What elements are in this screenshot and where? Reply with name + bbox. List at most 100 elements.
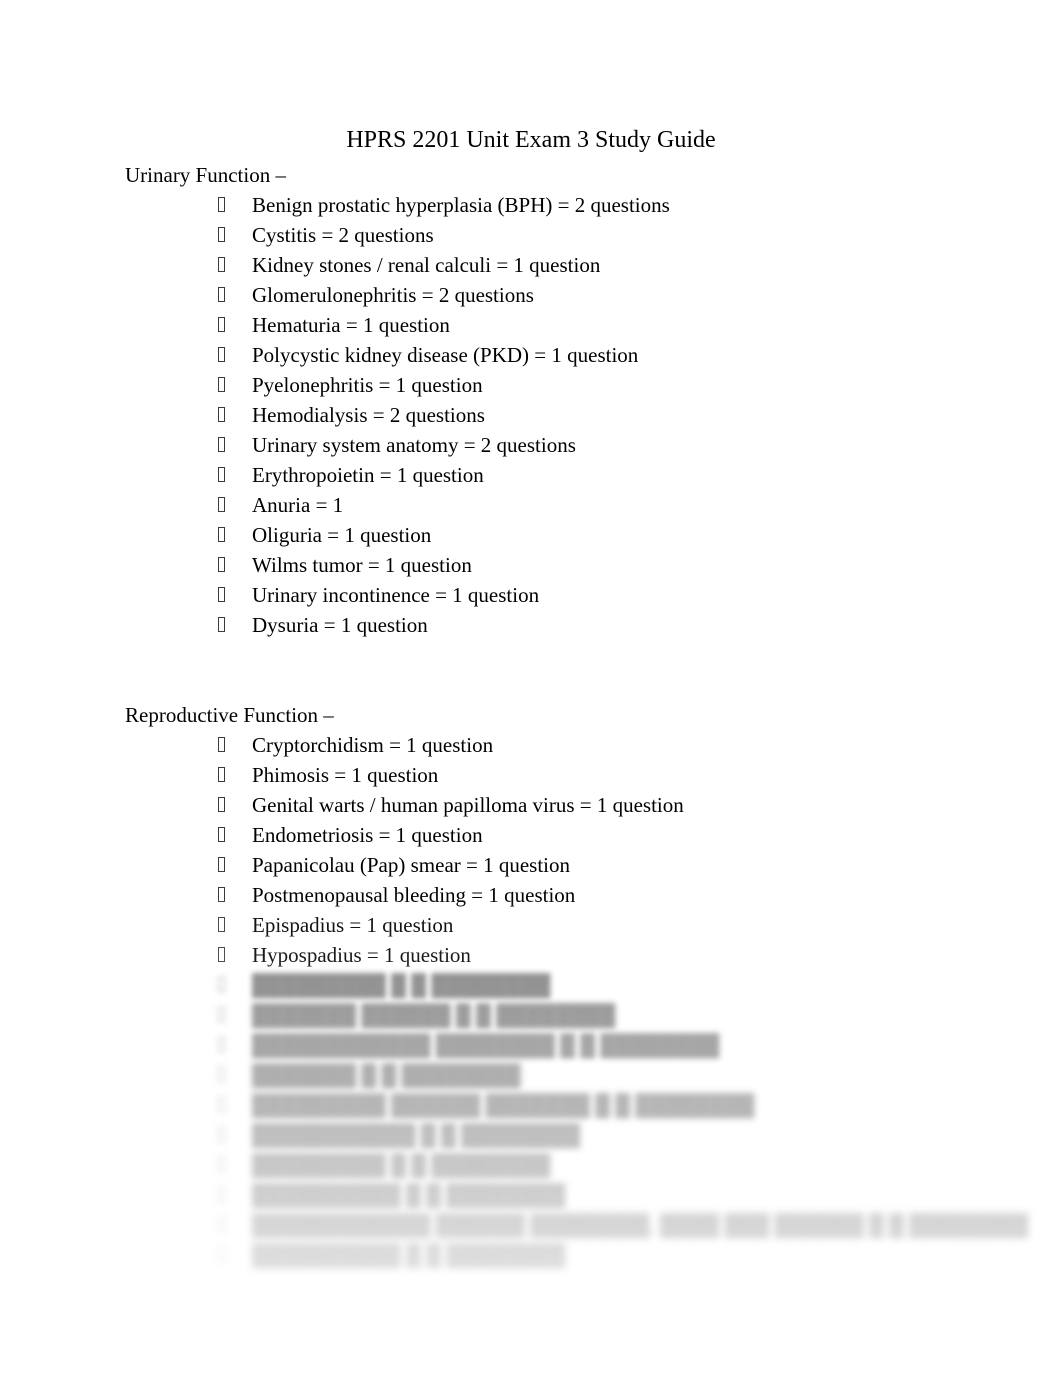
bullet-box-icon — [218, 797, 225, 812]
list-item: Polycystic kidney disease (PKD) = 1 ques… — [125, 340, 1025, 370]
list-item-label: Urinary incontinence = 1 question — [252, 583, 540, 607]
bullet-box-icon — [218, 767, 225, 782]
section-heading-reproductive: Reproductive Function – — [125, 703, 334, 727]
list-item: Urinary system anatomy = 2 questions — [125, 430, 1025, 460]
list-item: █████████ ██████ ███████ █ █ ████████ — [125, 1090, 1025, 1120]
list-item: Oliguria = 1 question — [125, 520, 1025, 550]
list-item-label: Epispadius = 1 question — [252, 913, 454, 937]
bullet-list-urinary: Benign prostatic hyperplasia (BPH) = 2 q… — [125, 190, 1025, 640]
bullet-box-icon — [218, 377, 225, 392]
list-item-label: Cystitis = 2 questions — [252, 223, 434, 247]
bullet-box-icon — [218, 527, 225, 542]
bullet-box-icon — [218, 257, 225, 272]
bullet-box-icon — [218, 197, 225, 212]
list-item-label: ████████████ ████████ █ █ ████████ — [252, 1033, 720, 1057]
list-item-label: ███████ █ █ ████████ — [252, 1063, 521, 1087]
list-item-label: █████████ █ █ ████████ — [252, 1153, 551, 1177]
obscured-preview-list: █████████ █ █ ████████ ███████ ██████ █ … — [125, 970, 1029, 1270]
bullet-box-icon — [218, 887, 225, 902]
list-item-label: Kidney stones / renal calculi = 1 questi… — [252, 253, 601, 277]
bullet-box-icon — [218, 1097, 225, 1112]
list-item-label: Polycystic kidney disease (PKD) = 1 ques… — [252, 343, 639, 367]
list-item: Epispadius = 1 question — [125, 910, 1025, 940]
bullet-box-icon — [218, 347, 225, 362]
bullet-box-icon — [218, 467, 225, 482]
list-item-label: Hemodialysis = 2 questions — [252, 403, 485, 427]
bullet-box-icon — [218, 407, 225, 422]
document-body: Urinary Function – Benign prostatic hype… — [125, 160, 1029, 1270]
list-item: Cryptorchidism = 1 question — [125, 730, 1025, 760]
list-item-label: Urinary system anatomy = 2 questions — [252, 433, 576, 457]
list-item-label: Oliguria = 1 question — [252, 523, 432, 547]
list-item: ███████████ █ █ ████████ — [125, 1120, 1025, 1150]
bullet-box-icon — [218, 1127, 225, 1142]
list-item: Wilms tumor = 1 question — [125, 550, 1025, 580]
list-item: ████████████ ██████ ████████, ████ ███ █… — [125, 1210, 1029, 1240]
list-item-label: ███████ ██████ █ █ ████████ — [252, 1003, 616, 1027]
list-item: ███████ █ █ ████████ — [125, 1060, 1025, 1090]
list-item: ██████████ █ █ ████████ — [125, 1240, 1025, 1270]
bullet-box-icon — [218, 617, 225, 632]
list-item-label: Pyelonephritis = 1 question — [252, 373, 483, 397]
list-item-label: ███████████ █ █ ████████ — [252, 1123, 581, 1147]
bullet-box-icon — [218, 287, 225, 302]
bullet-box-icon — [218, 827, 225, 842]
bullet-box-icon — [218, 1187, 225, 1202]
list-item: Postmenopausal bleeding = 1 question — [125, 880, 1025, 910]
list-item-label: Dysuria = 1 question — [252, 613, 428, 637]
list-item: Erythropoietin = 1 question — [125, 460, 1025, 490]
list-item: ███████ ██████ █ █ ████████ — [125, 1000, 1025, 1030]
list-item-label: Papanicolau (Pap) smear = 1 question — [252, 853, 571, 877]
bullet-box-icon — [218, 587, 225, 602]
list-item: Benign prostatic hyperplasia (BPH) = 2 q… — [125, 190, 1025, 220]
list-item-label: Hypospadius = 1 question — [252, 943, 471, 967]
list-item: Anuria = 1 — [125, 490, 1025, 520]
list-item-label: Hematuria = 1 question — [252, 313, 450, 337]
list-item: Cystitis = 2 questions — [125, 220, 1025, 250]
bullet-box-icon — [218, 557, 225, 572]
list-item: Glomerulonephritis = 2 questions — [125, 280, 1025, 310]
list-item: Phimosis = 1 question — [125, 760, 1025, 790]
section-heading-urinary: Urinary Function – — [125, 163, 286, 187]
list-item: Papanicolau (Pap) smear = 1 question — [125, 850, 1025, 880]
list-item: Endometriosis = 1 question — [125, 820, 1025, 850]
list-item: ██████████ █ █ ████████ — [125, 1180, 1025, 1210]
list-item-label: ████████████ ██████ ████████, ████ ███ █… — [252, 1213, 1029, 1237]
list-item-label: Glomerulonephritis = 2 questions — [252, 283, 534, 307]
bullet-box-icon — [218, 497, 225, 512]
list-item: Hypospadius = 1 question — [125, 940, 1025, 970]
list-item: ████████████ ████████ █ █ ████████ — [125, 1030, 1025, 1060]
list-item-label: Benign prostatic hyperplasia (BPH) = 2 q… — [252, 193, 670, 217]
bullet-box-icon — [218, 737, 225, 752]
list-item-label: Endometriosis = 1 question — [252, 823, 483, 847]
list-item-label: Genital warts / human papilloma virus = … — [252, 793, 684, 817]
page-title: HPRS 2201 Unit Exam 3 Study Guide — [346, 127, 716, 153]
list-item: Urinary incontinence = 1 question — [125, 580, 1025, 610]
bullet-box-icon — [218, 1247, 225, 1262]
list-item-label: Cryptorchidism = 1 question — [252, 733, 494, 757]
bullet-box-icon — [218, 1037, 225, 1052]
bullet-box-icon — [218, 857, 225, 872]
list-item: █████████ █ █ ████████ — [125, 970, 1025, 1000]
list-item: Pyelonephritis = 1 question — [125, 370, 1025, 400]
list-item-label: ██████████ █ █ ████████ — [252, 1243, 566, 1267]
bullet-box-icon — [218, 1067, 225, 1082]
list-item: Dysuria = 1 question — [125, 610, 1025, 640]
list-item-label: Anuria = 1 — [252, 493, 344, 517]
list-item-label: Wilms tumor = 1 question — [252, 553, 472, 577]
bullet-box-icon — [218, 437, 225, 452]
list-item: Hemodialysis = 2 questions — [125, 400, 1025, 430]
list-item-label: Erythropoietin = 1 question — [252, 463, 484, 487]
bullet-box-icon — [218, 947, 225, 962]
list-item-label: Phimosis = 1 question — [252, 763, 439, 787]
list-item-label: █████████ ██████ ███████ █ █ ████████ — [252, 1093, 755, 1117]
document-page: HPRS 2201 Unit Exam 3 Study Guide Urinar… — [0, 0, 1062, 1377]
bullet-box-icon — [218, 1007, 225, 1022]
bullet-box-icon — [218, 317, 225, 332]
bullet-box-icon — [218, 1217, 225, 1232]
bullet-box-icon — [218, 977, 225, 992]
list-item-label: █████████ █ █ ████████ — [252, 973, 551, 997]
bullet-list-reproductive: Cryptorchidism = 1 question Phimosis = 1… — [125, 730, 1025, 970]
